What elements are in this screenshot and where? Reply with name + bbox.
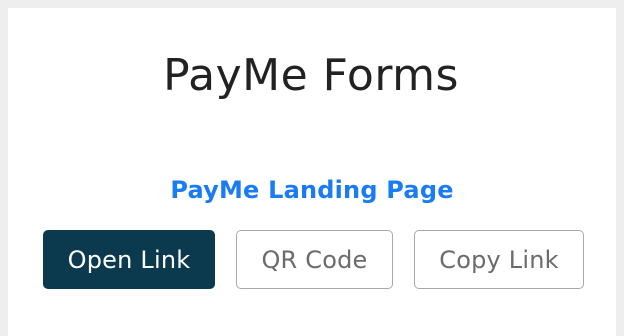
qr-code-button[interactable]: QR Code: [236, 230, 393, 289]
landing-page-link[interactable]: PayMe Landing Page: [8, 173, 616, 207]
form-card: PayMe Forms PayMe Landing Page Open Link…: [8, 8, 616, 336]
copy-link-button[interactable]: Copy Link: [414, 230, 584, 289]
open-link-button[interactable]: Open Link: [43, 230, 215, 289]
page-title: PayMe Forms: [163, 50, 459, 101]
